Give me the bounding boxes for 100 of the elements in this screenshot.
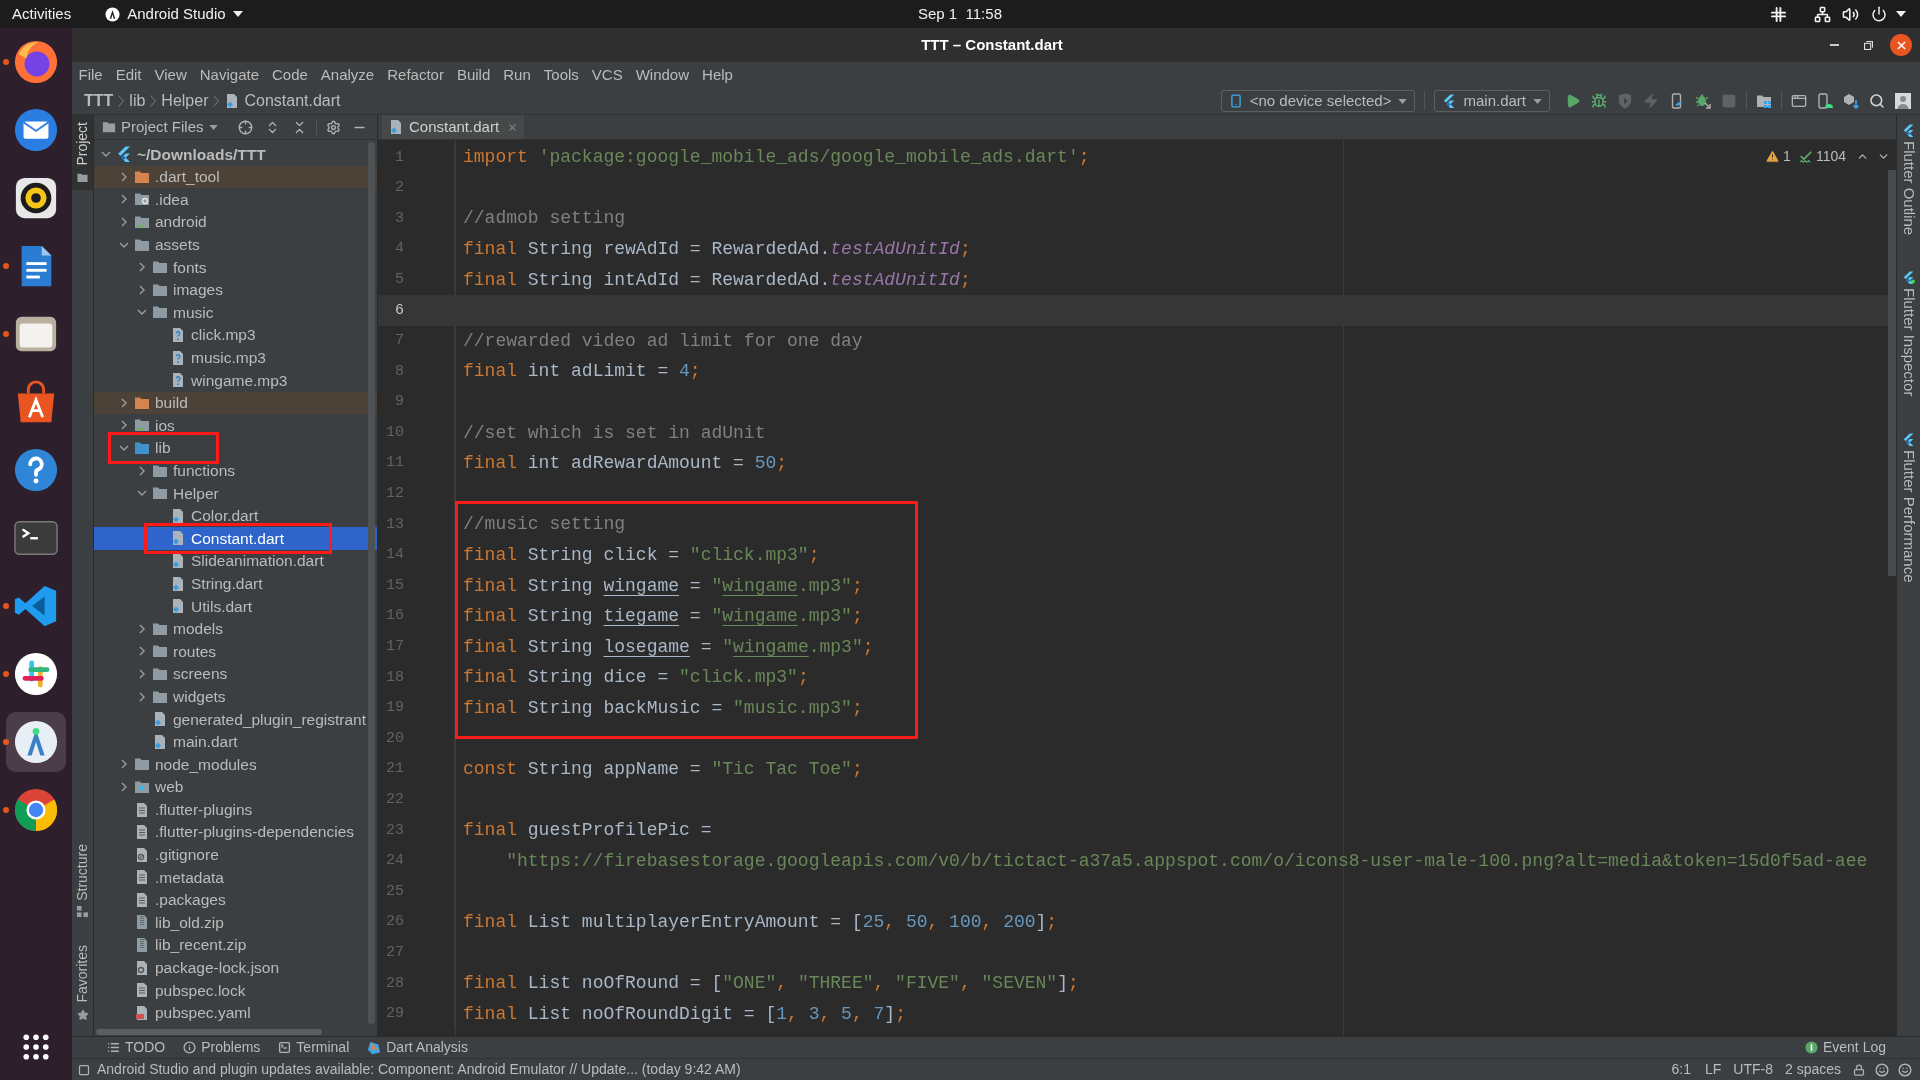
tree-item[interactable]: web xyxy=(94,775,377,799)
search-icon[interactable] xyxy=(1869,93,1885,109)
menu-item[interactable]: VCS xyxy=(585,63,630,87)
tree-item[interactable]: music xyxy=(94,301,377,324)
tree-item[interactable]: package-lock.json xyxy=(94,956,377,979)
tree-item[interactable]: String.dart xyxy=(94,572,377,595)
tool-window-button[interactable]: Dart Analysis xyxy=(358,1037,477,1058)
breadcrumb-item[interactable]: TTT xyxy=(84,89,114,113)
app-grid-icon[interactable] xyxy=(23,1034,49,1060)
menu-item[interactable]: Edit xyxy=(109,63,149,87)
tree-item[interactable]: .packages xyxy=(94,888,377,912)
menu-item[interactable]: View xyxy=(148,63,194,87)
tree-item[interactable]: lib xyxy=(94,436,377,460)
lock-icon[interactable] xyxy=(1853,1063,1865,1076)
chevron-right-icon[interactable] xyxy=(137,646,147,657)
tree-item[interactable]: build xyxy=(94,391,377,415)
crosshair-icon[interactable] xyxy=(237,119,253,135)
ribbon-logo-icon[interactable] xyxy=(13,583,59,629)
tree-item[interactable]: .idea xyxy=(94,188,377,211)
tree-item[interactable]: screens xyxy=(94,662,377,686)
menu-item[interactable]: Code xyxy=(265,63,315,87)
tree-item[interactable]: lib_recent.zip xyxy=(94,933,377,957)
tree-item[interactable]: Slideanimation.dart xyxy=(94,549,377,573)
bug-icon[interactable] xyxy=(1591,93,1607,109)
tool-window-button[interactable]: Terminal xyxy=(269,1037,359,1058)
breadcrumb-item[interactable]: Helper xyxy=(161,89,209,113)
tree-item[interactable]: ~/Downloads/TTT xyxy=(94,143,377,166)
dock-item[interactable] xyxy=(6,712,66,772)
face-icon[interactable] xyxy=(1875,1062,1889,1077)
typo-count[interactable]: 1104 xyxy=(1815,146,1846,167)
tree-item[interactable]: .gitignore xyxy=(94,843,377,866)
menu-item[interactable]: Window xyxy=(629,63,696,87)
device-selector[interactable]: <no device selected> xyxy=(1220,90,1416,112)
tree-item[interactable]: music.mp3 xyxy=(94,346,377,369)
ring-logo-icon[interactable] xyxy=(13,787,59,833)
activities-button[interactable]: Activities xyxy=(0,2,72,26)
chevron-right-icon[interactable] xyxy=(119,397,129,408)
tree-item[interactable]: functions xyxy=(94,459,377,482)
tool-window-tab[interactable]: Flutter Inspector xyxy=(1897,271,1920,397)
tree-item[interactable]: Utils.dart xyxy=(94,594,377,618)
tool-window-tab[interactable]: Project xyxy=(72,115,93,190)
tree-item[interactable]: pubspec.yaml xyxy=(94,1001,377,1025)
chevron-right-icon[interactable] xyxy=(119,194,129,205)
tree-item[interactable]: widgets xyxy=(94,685,377,708)
tree-item[interactable]: images xyxy=(94,278,377,302)
help-icon[interactable] xyxy=(13,447,59,493)
tree-item[interactable]: click.mp3 xyxy=(94,323,377,347)
folder-grid-icon[interactable] xyxy=(1756,93,1772,109)
status-message[interactable]: Android Studio and plugin updates available: Component: Android Emulator // Update... (today 9:42 AM) xyxy=(97,1059,741,1080)
tree-item[interactable]: android xyxy=(94,210,377,234)
chevron-down-icon[interactable] xyxy=(119,443,129,453)
speaker-icon[interactable] xyxy=(13,175,59,221)
close-button[interactable] xyxy=(1890,34,1912,56)
tree-item[interactable]: pubspec.lock xyxy=(94,978,377,1002)
run-config-selector[interactable]: main.dart xyxy=(1434,90,1550,112)
phone-icon[interactable] xyxy=(1817,93,1833,109)
bug-arrow-icon[interactable] xyxy=(1695,93,1711,109)
tool-window-tab[interactable]: Favorites xyxy=(72,938,93,1028)
tree-item[interactable]: .metadata xyxy=(94,866,377,889)
tool-window-button[interactable]: TODO xyxy=(98,1037,175,1058)
menu-item[interactable]: Tools xyxy=(537,63,586,87)
warning-icon[interactable] xyxy=(1765,149,1781,164)
clock[interactable]: Sep 1 11:58 xyxy=(918,2,1002,26)
tree-item[interactable]: node_modules xyxy=(94,753,377,776)
tree-item[interactable]: main.dart xyxy=(94,730,377,754)
menu-item[interactable]: Help xyxy=(695,63,740,87)
globe-icon[interactable] xyxy=(13,39,59,85)
tree-item[interactable]: .dart_tool xyxy=(94,165,377,189)
tree-item[interactable]: Helper xyxy=(94,481,377,505)
chevron-right-icon[interactable] xyxy=(137,691,147,702)
power-icon[interactable] xyxy=(1871,6,1887,22)
chevron-right-icon[interactable] xyxy=(137,262,147,273)
warning-count[interactable]: 1 xyxy=(1783,146,1791,167)
chevron-right-icon[interactable] xyxy=(137,465,147,476)
tree-item[interactable]: .flutter-plugins xyxy=(94,798,377,821)
envelope-icon[interactable] xyxy=(13,107,59,153)
tree-item[interactable]: fonts xyxy=(94,255,377,279)
tree-item[interactable]: assets xyxy=(94,233,377,256)
hash-logo-icon[interactable] xyxy=(13,651,59,697)
scrollbar-thumb[interactable] xyxy=(96,1028,322,1035)
menu-item[interactable]: Refactor xyxy=(380,63,451,87)
volume-icon[interactable] xyxy=(1842,5,1859,23)
compass-icon[interactable] xyxy=(13,719,59,765)
tool-window-tab[interactable]: Flutter Outline xyxy=(1897,124,1920,236)
tool-window-tab[interactable]: Flutter Performance xyxy=(1897,432,1920,583)
tree-item[interactable]: .flutter-plugins-dependencies xyxy=(94,820,377,844)
tree-item[interactable]: models xyxy=(94,617,377,641)
menu-item[interactable]: File xyxy=(72,63,110,87)
chevron-right-icon[interactable] xyxy=(119,759,129,770)
chevron-right-icon[interactable] xyxy=(137,668,147,679)
settings-icon[interactable] xyxy=(325,119,341,135)
chevron-right-icon[interactable] xyxy=(119,217,129,228)
tool-window-button[interactable]: Event Log xyxy=(1798,1037,1892,1058)
chevron-right-icon[interactable] xyxy=(119,171,129,182)
chevron-right-icon[interactable] xyxy=(137,623,147,634)
square-icon[interactable] xyxy=(78,1063,90,1076)
tree-item[interactable]: ios xyxy=(94,414,377,437)
breadcrumb-item[interactable]: Constant.dart xyxy=(224,89,341,113)
menu-item[interactable]: Build xyxy=(450,63,497,87)
tree-item[interactable]: generated_plugin_registrant xyxy=(94,707,377,731)
